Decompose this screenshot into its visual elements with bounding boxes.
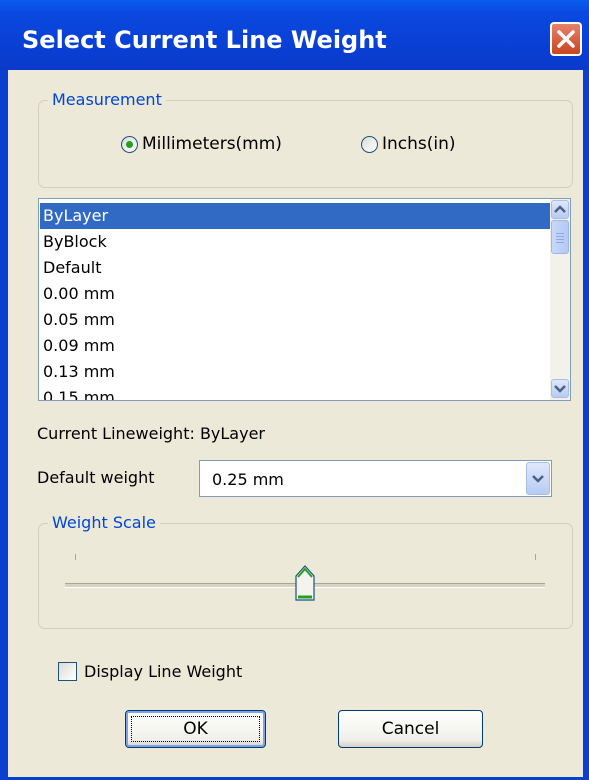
close-button[interactable] <box>550 22 582 56</box>
weight-scale-thumb[interactable] <box>295 564 315 602</box>
grip-line <box>556 233 564 234</box>
dialog-title: Select Current Line Weight <box>22 26 387 54</box>
cancel-button[interactable]: Cancel <box>338 710 483 748</box>
current-lineweight-text: Current Lineweight: ByLayer <box>37 424 265 443</box>
ok-button[interactable]: OK <box>125 710 266 748</box>
list-item[interactable]: 0.15 mm <box>40 385 550 400</box>
display-line-weight-checkbox[interactable] <box>58 662 77 681</box>
display-line-weight-label: Display Line Weight <box>84 662 243 681</box>
lineweight-list-items: ByLayer ByBlock Default 0.00 mm 0.05 mm … <box>40 203 550 400</box>
default-weight-select[interactable]: 0.25 mm <box>199 460 552 497</box>
default-weight-value: 0.25 mm <box>212 470 284 489</box>
weight-scale-group-label: Weight Scale <box>48 513 160 532</box>
radio-dot <box>126 140 133 148</box>
list-item[interactable]: 0.00 mm <box>40 281 550 307</box>
list-item[interactable]: Default <box>40 255 550 281</box>
title-bar[interactable]: Select Current Line Weight <box>0 0 589 70</box>
close-icon <box>557 30 575 48</box>
scroll-down-button[interactable] <box>551 379 569 398</box>
grip-line <box>556 239 564 240</box>
measurement-group-label: Measurement <box>48 90 166 109</box>
list-item[interactable]: 0.05 mm <box>40 307 550 333</box>
inches-radio[interactable]: Inchs(in) <box>361 134 456 154</box>
grip-line <box>556 242 564 243</box>
list-item[interactable]: 0.13 mm <box>40 359 550 385</box>
radio-button-checked[interactable] <box>121 135 138 153</box>
scroll-down-icon <box>554 385 566 393</box>
focus-ring <box>131 716 260 742</box>
scroll-thumb[interactable] <box>551 220 569 254</box>
cancel-button-label: Cancel <box>381 719 440 739</box>
grip-line <box>556 236 564 237</box>
dropdown-button[interactable] <box>526 462 550 495</box>
chevron-down-icon <box>532 475 544 483</box>
inches-label: Inchs(in) <box>382 134 456 154</box>
scroll-up-icon <box>554 205 566 213</box>
millimeters-label: Millimeters(mm) <box>142 134 282 154</box>
lineweight-list[interactable]: ByLayer ByBlock Default 0.00 mm 0.05 mm … <box>38 198 571 401</box>
list-item[interactable]: ByBlock <box>40 229 550 255</box>
slider-tick-min <box>75 554 76 560</box>
measurement-group <box>38 100 573 188</box>
list-scrollbar[interactable] <box>550 199 570 400</box>
slider-tick-max <box>535 554 536 560</box>
scroll-up-button[interactable] <box>551 200 569 219</box>
default-weight-label: Default weight <box>37 468 155 487</box>
dialog-body: Measurement Millimeters(mm) Inchs(in) By… <box>8 70 583 777</box>
list-item[interactable]: ByLayer <box>40 203 550 229</box>
radio-button-unchecked[interactable] <box>361 135 378 153</box>
millimeters-radio[interactable]: Millimeters(mm) <box>121 134 282 154</box>
list-item[interactable]: 0.09 mm <box>40 333 550 359</box>
dialog-window: Select Current Line Weight Measurement M… <box>0 0 589 780</box>
